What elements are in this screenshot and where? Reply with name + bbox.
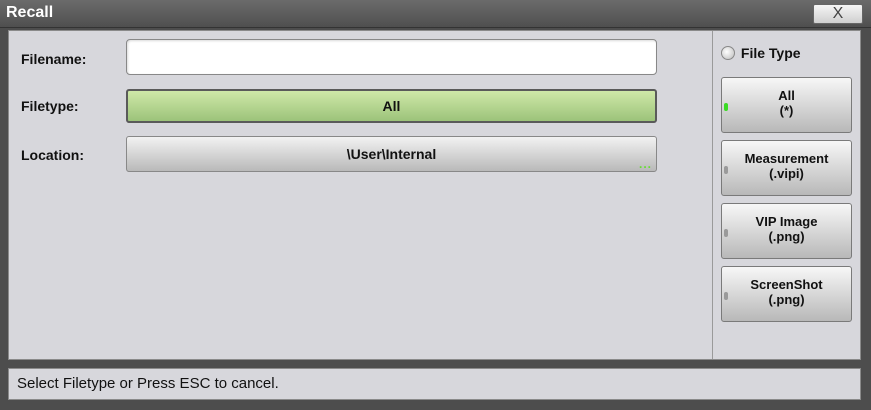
recall-form: Filename: Filetype: All Location: \User\… [9, 31, 712, 359]
dialog-title: Recall [6, 4, 54, 21]
file-type-vip-image-label: VIP Image [755, 214, 818, 229]
led-indicator-icon [724, 103, 728, 111]
led-indicator-icon [724, 229, 728, 237]
dialog-body: Filename: Filetype: All Location: \User\… [8, 30, 861, 360]
radio-icon [721, 46, 735, 60]
file-type-screenshot-label: ScreenShot [750, 277, 823, 292]
filetype-value: All [382, 98, 401, 114]
location-value: \User\Internal [346, 146, 437, 162]
file-type-vip-image-button[interactable]: VIP Image (.png) [721, 203, 852, 259]
close-icon: X [832, 5, 844, 22]
filetype-button[interactable]: All [126, 89, 657, 123]
filename-input[interactable] [126, 39, 657, 75]
filetype-label: Filetype: [21, 98, 79, 114]
file-type-all-ext: (*) [779, 103, 794, 118]
file-type-panel: File Type All (*) Measurement (.vipi) VI… [712, 31, 860, 359]
location-button[interactable]: \User\Internal ... [126, 136, 657, 172]
recall-dialog: Recall X Filename: Filetype: All Locatio… [0, 0, 871, 410]
title-bar: Recall X [0, 0, 871, 28]
file-type-header: File Type [721, 45, 801, 61]
file-type-screenshot-ext: (.png) [768, 292, 805, 307]
file-type-measurement-label: Measurement [744, 151, 829, 166]
status-text: Select Filetype or Press ESC to cancel. [17, 375, 279, 392]
file-type-all-label: All [778, 88, 795, 103]
led-indicator-icon [724, 166, 728, 174]
file-type-header-label: File Type [740, 45, 801, 61]
led-indicator-icon [724, 292, 728, 300]
file-type-vip-image-ext: (.png) [768, 229, 805, 244]
file-type-measurement-ext: (.vipi) [769, 166, 804, 181]
file-type-measurement-button[interactable]: Measurement (.vipi) [721, 140, 852, 196]
close-button[interactable]: X [813, 4, 863, 24]
file-type-all-button[interactable]: All (*) [721, 77, 852, 133]
location-label: Location: [21, 147, 84, 163]
filename-label: Filename: [21, 51, 87, 67]
status-bar: Select Filetype or Press ESC to cancel. [8, 368, 861, 400]
file-type-screenshot-button[interactable]: ScreenShot (.png) [721, 266, 852, 322]
more-options-icon: ... [638, 157, 652, 171]
